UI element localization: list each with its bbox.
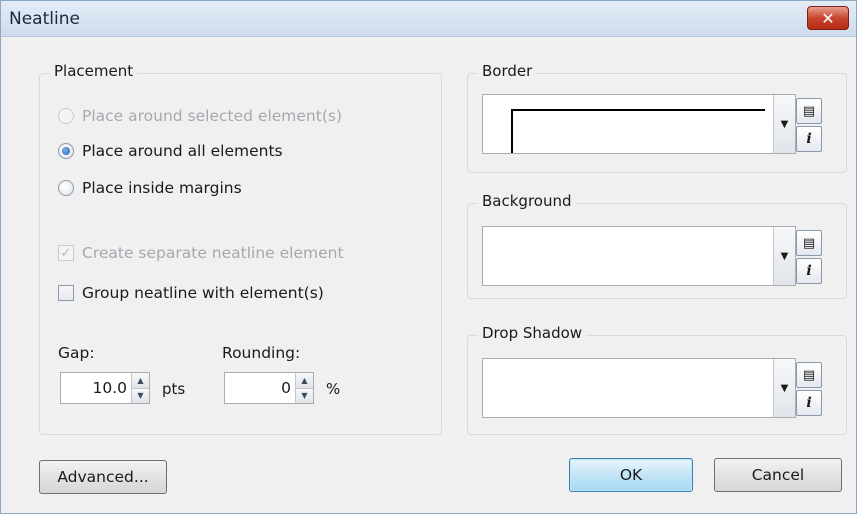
chevron-down-icon[interactable]: ▼ (773, 95, 795, 153)
checkbox-label: Group neatline with element(s) (82, 284, 324, 302)
background-combo[interactable]: ▼ (482, 226, 796, 286)
chevron-down-icon[interactable]: ▼ (773, 227, 795, 285)
gap-stepper[interactable]: 10.0 ▲ ▼ (60, 372, 150, 404)
check-icon: ✓ (58, 245, 74, 261)
close-button[interactable]: ✕ (807, 6, 849, 30)
rounding-spin-buttons: ▲ ▼ (295, 373, 313, 403)
drop-shadow-group-title: Drop Shadow (478, 324, 587, 342)
radio-place-around-all[interactable]: Place around all elements (58, 142, 283, 160)
radio-button (58, 143, 74, 159)
gap-value: 10.0 (92, 379, 127, 397)
gap-spin-buttons: ▲ ▼ (131, 373, 149, 403)
gap-unit: pts (162, 380, 186, 398)
cancel-button[interactable]: Cancel (714, 458, 842, 492)
radio-place-inside-margins[interactable]: Place inside margins (58, 179, 242, 197)
background-group-title: Background (478, 192, 576, 210)
radio-place-around-selected[interactable]: Place around selected element(s) (58, 107, 342, 125)
checkbox-create-separate[interactable]: ✓ Create separate neatline element (58, 244, 344, 262)
rounding-stepper[interactable]: 0 ▲ ▼ (224, 372, 314, 404)
spin-down-icon[interactable]: ▼ (132, 388, 149, 403)
info-icon[interactable]: i (796, 390, 822, 416)
gap-label: Gap: (58, 344, 95, 362)
rounding-value: 0 (281, 379, 291, 397)
drop-shadow-group: Drop Shadow ▼ ▤ i (467, 324, 847, 435)
border-preview (511, 109, 765, 153)
title-bar: Neatline ✕ (1, 1, 856, 37)
spin-up-icon[interactable]: ▲ (296, 373, 313, 389)
properties-icon[interactable]: ▤ (796, 98, 822, 124)
info-icon[interactable]: i (796, 126, 822, 152)
rounding-label: Rounding: (222, 344, 301, 362)
properties-icon[interactable]: ▤ (796, 362, 822, 388)
radio-label: Place around all elements (82, 142, 283, 160)
radio-button (58, 108, 74, 124)
rounding-unit: % (326, 380, 341, 398)
drop-shadow-combo[interactable]: ▼ (482, 358, 796, 418)
close-icon: ✕ (821, 8, 835, 28)
radio-label: Place inside margins (82, 179, 242, 197)
dialog-title: Neatline (9, 9, 80, 29)
spin-up-icon[interactable]: ▲ (132, 373, 149, 389)
checkbox-label: Create separate neatline element (82, 244, 344, 262)
placement-group-title: Placement (50, 62, 138, 80)
properties-icon[interactable]: ▤ (796, 230, 822, 256)
border-group-title: Border (478, 62, 537, 80)
border-style-combo[interactable]: ▼ (482, 94, 796, 154)
placement-group: Placement Place around selected element(… (39, 62, 442, 435)
ok-button[interactable]: OK (569, 458, 693, 492)
advanced-button[interactable]: Advanced... (39, 460, 167, 494)
chevron-down-icon[interactable]: ▼ (773, 359, 795, 417)
neatline-dialog: Neatline ✕ Placement Place around select… (0, 0, 857, 514)
info-icon[interactable]: i (796, 258, 822, 284)
checkbox-group-neatline[interactable]: Group neatline with element(s) (58, 284, 324, 302)
checkbox-box (58, 285, 74, 301)
background-group: Background ▼ ▤ i (467, 192, 847, 299)
border-group: Border ▼ ▤ i (467, 62, 847, 173)
radio-label: Place around selected element(s) (82, 107, 343, 125)
spin-down-icon[interactable]: ▼ (296, 388, 313, 403)
radio-button (58, 180, 74, 196)
